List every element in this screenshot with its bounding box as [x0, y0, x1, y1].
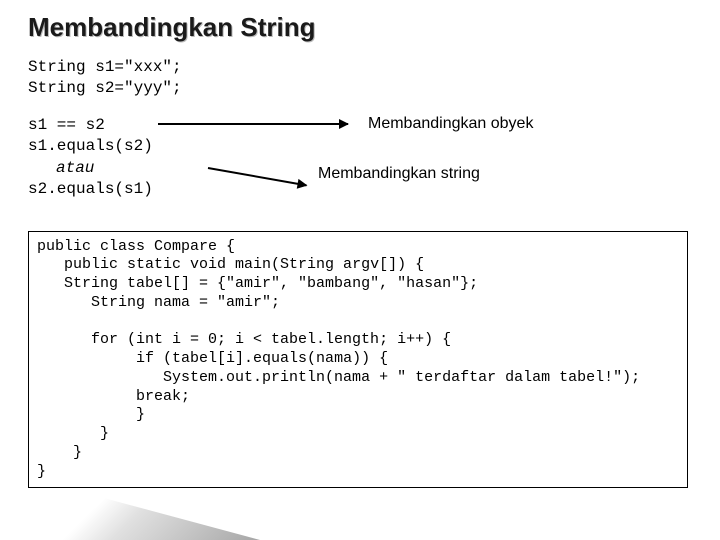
expr-equals-1: s1.equals(s2): [28, 136, 153, 158]
expr-equals-2: s2.equals(s1): [28, 179, 153, 201]
label-compare-object: Membandingkan obyek: [368, 115, 533, 133]
compare-block: s1 == s2 s1.equals(s2) atau s2.equals(s1…: [28, 115, 692, 225]
expr-atau: atau: [56, 159, 94, 177]
label-compare-string: Membandingkan string: [318, 165, 480, 183]
expr-eq: s1 == s2: [28, 115, 153, 137]
compare-expressions: s1 == s2 s1.equals(s2) atau s2.equals(s1…: [28, 115, 153, 201]
decl-line-1: String s1="xxx";: [28, 57, 692, 78]
slide-title: Membandingkan String: [28, 12, 692, 43]
decl-line-2: String s2="yyy";: [28, 78, 692, 99]
slide-content: Membandingkan String String s1="xxx"; St…: [0, 0, 720, 488]
code-example: public class Compare { public static voi…: [28, 231, 688, 489]
string-declarations: String s1="xxx"; String s2="yyy";: [28, 57, 692, 99]
arrow-icon: [158, 123, 348, 125]
arrow-icon: [208, 167, 307, 186]
